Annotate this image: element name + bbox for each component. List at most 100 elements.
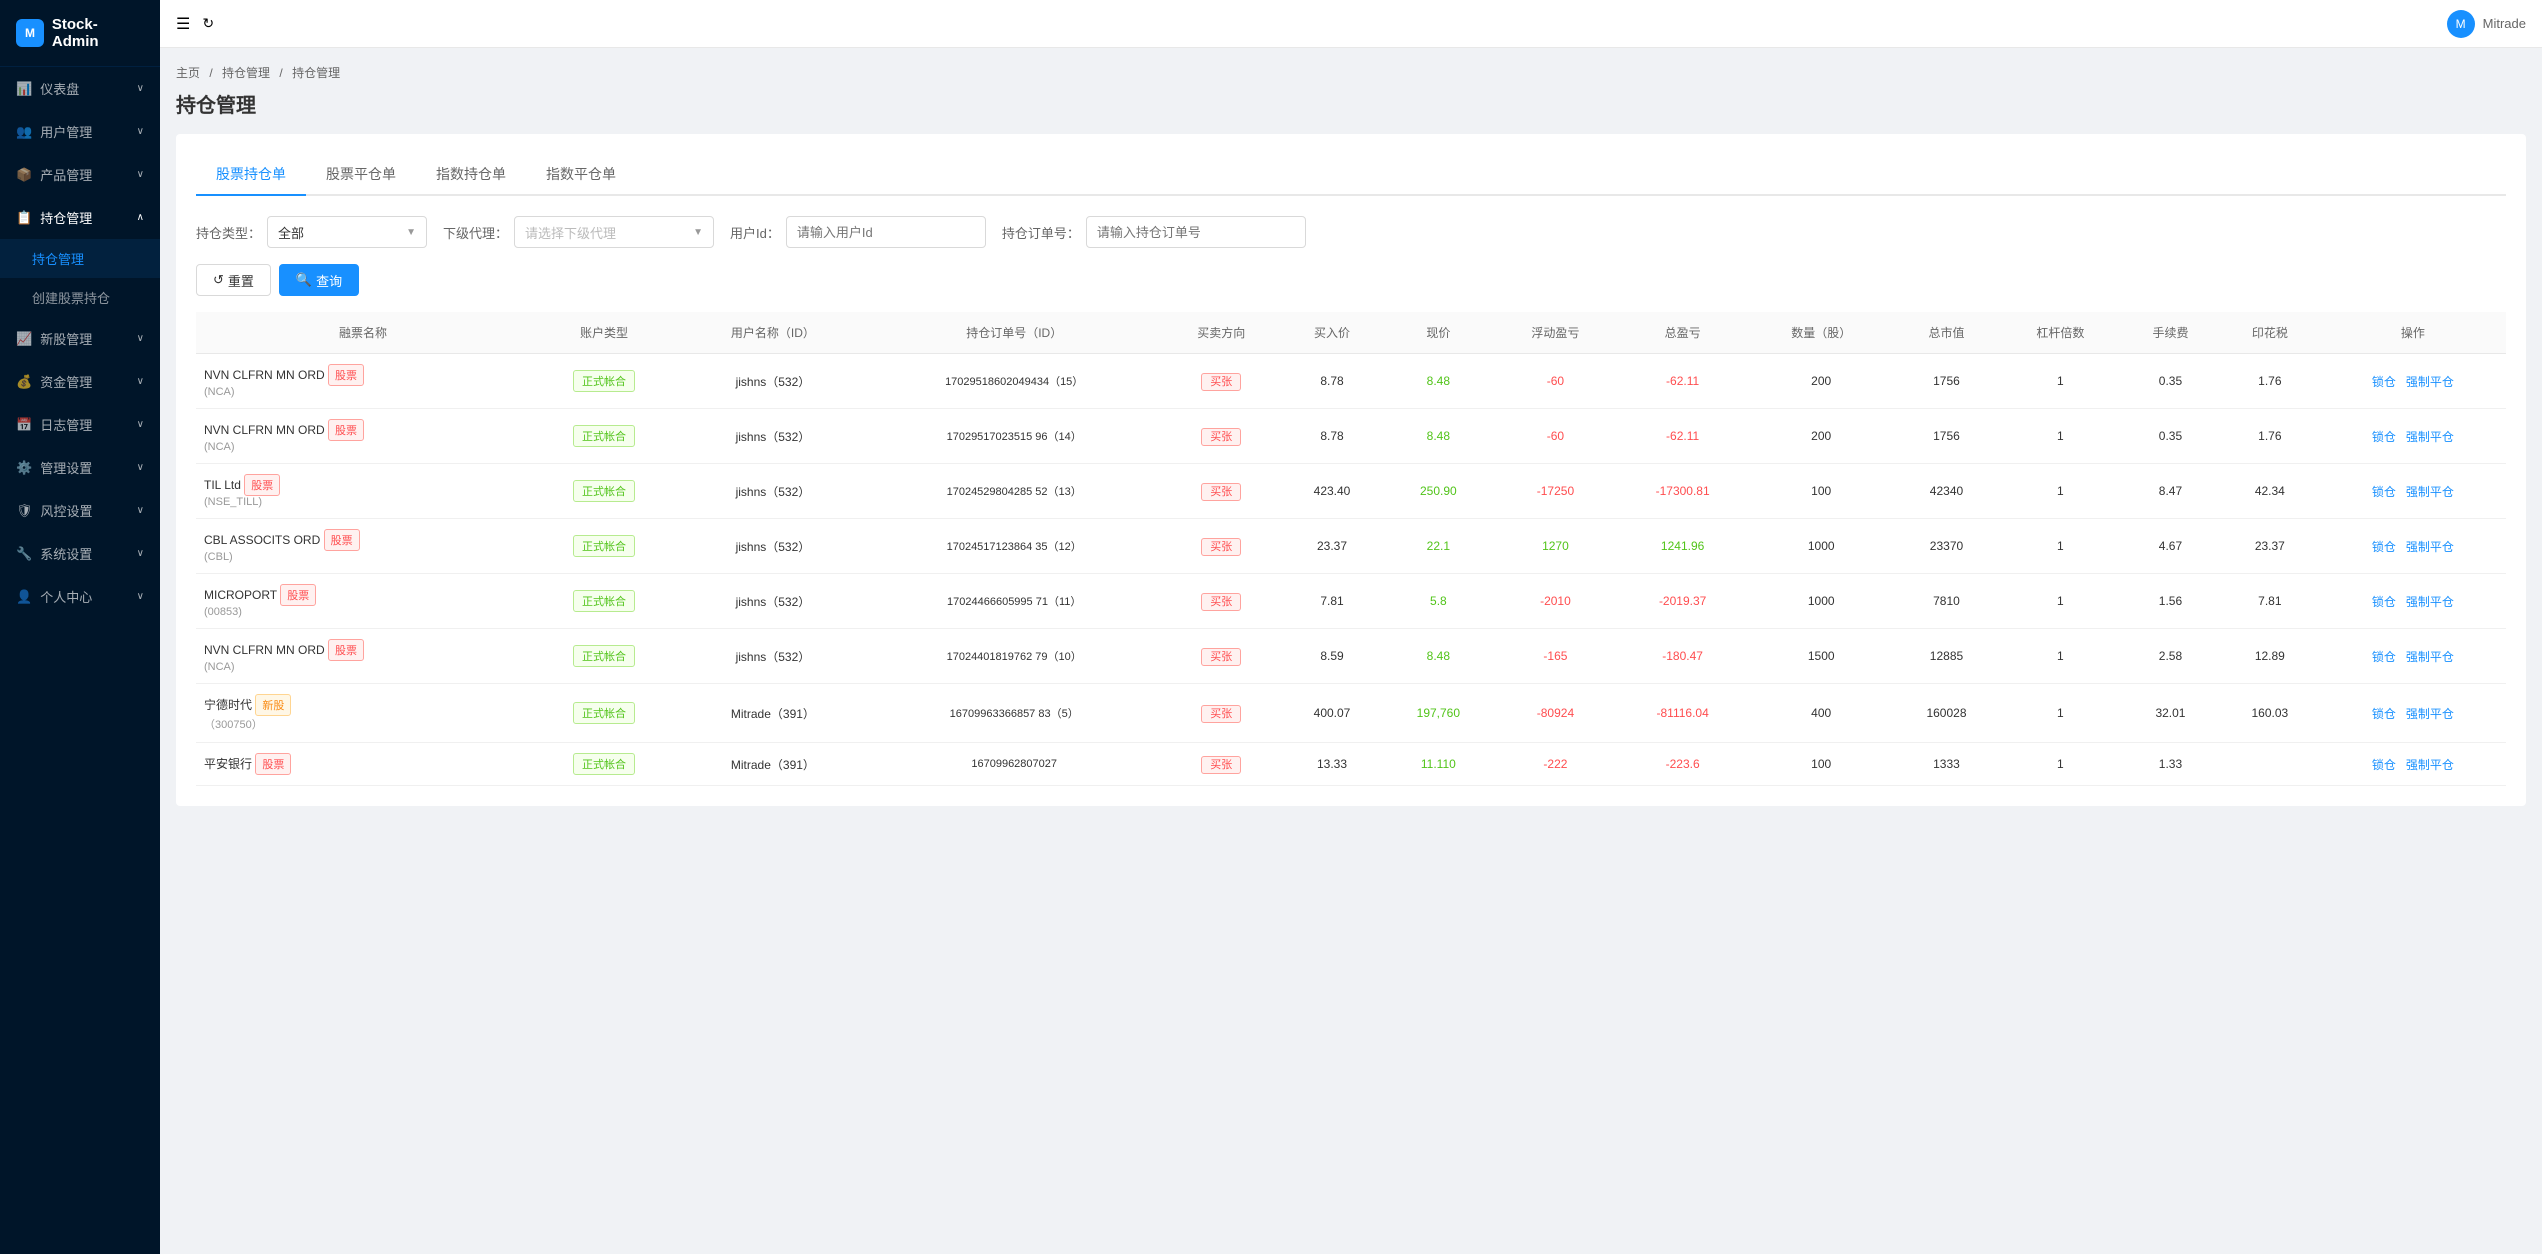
product-mgmt-icon: 📦: [16, 167, 32, 183]
top-header: ☰ ↻ M Mitrade: [160, 0, 2542, 48]
cell-buy-price-7: 13.33: [1282, 743, 1382, 786]
cell-account-type-4: 正式帐合: [530, 574, 678, 629]
cell-buy-price-1: 8.78: [1282, 409, 1382, 464]
sidebar-item-capital-mgmt[interactable]: 💰 资金管理 ∨: [0, 360, 160, 403]
search-icon: 🔍: [296, 272, 312, 288]
cell-actions-1: 锁仓 强制平仓: [2320, 409, 2506, 464]
force-close-action-7[interactable]: 强制平仓: [2406, 758, 2454, 772]
cell-total-value-6: 160028: [1893, 684, 1999, 743]
cell-stamp-4: 7.81: [2220, 574, 2320, 629]
risk-settings-icon: 🛡: [16, 503, 33, 519]
cell-stamp-0: 1.76: [2220, 354, 2320, 409]
sidebar-item-product-mgmt[interactable]: 📦 产品管理 ∨: [0, 153, 160, 196]
cell-buy-price-4: 7.81: [1282, 574, 1382, 629]
force-close-action-6[interactable]: 强制平仓: [2406, 707, 2454, 721]
sidebar-item-risk-settings[interactable]: 🛡 风控设置 ∨: [0, 489, 160, 532]
reset-icon: ↺: [213, 272, 224, 288]
force-close-action-5[interactable]: 强制平仓: [2406, 650, 2454, 664]
cell-stamp-7: [2220, 743, 2320, 786]
cell-current-price-7: 11.110: [1382, 743, 1495, 786]
refresh-icon[interactable]: ↻: [202, 15, 214, 32]
lock-action-6[interactable]: 锁仓: [2372, 707, 2396, 721]
sidebar-item-daily-mgmt[interactable]: 📅 日志管理 ∨: [0, 403, 160, 446]
lock-action-1[interactable]: 锁仓: [2372, 430, 2396, 444]
force-close-action-2[interactable]: 强制平仓: [2406, 485, 2454, 499]
lock-action-2[interactable]: 锁仓: [2372, 485, 2396, 499]
chevron-icon: ∨: [137, 169, 144, 180]
sidebar-sub-position-list[interactable]: 持仓管理: [0, 239, 160, 278]
cell-direction-7: 买张: [1161, 743, 1282, 786]
cell-commission-6: 32.01: [2121, 684, 2220, 743]
sidebar-item-position-mgmt[interactable]: 📋 持仓管理 ∧: [0, 196, 160, 239]
user-id-input[interactable]: [786, 216, 986, 248]
hold-type-label: 持仓类型：: [196, 223, 261, 242]
tabs-bar: 股票持仓单 股票平仓单 指数持仓单 指数平仓单: [196, 154, 2506, 196]
force-close-action-4[interactable]: 强制平仓: [2406, 595, 2454, 609]
cell-user-7: Mitrade（391）: [678, 743, 868, 786]
col-stamp: 印花税: [2220, 312, 2320, 354]
sidebar-label-daily-mgmt: 日志管理: [40, 415, 92, 434]
col-actions: 操作: [2320, 312, 2506, 354]
force-close-action-0[interactable]: 强制平仓: [2406, 375, 2454, 389]
sidebar-label-position-mgmt: 持仓管理: [40, 208, 92, 227]
breadcrumb-parent[interactable]: 持仓管理: [222, 66, 270, 80]
cell-order-id-7: 16709962807027: [868, 743, 1161, 786]
cell-commission-3: 4.67: [2121, 519, 2220, 574]
lock-action-7[interactable]: 锁仓: [2372, 758, 2396, 772]
hold-type-select[interactable]: 全部 ▼: [267, 216, 427, 248]
cell-stamp-2: 42.34: [2220, 464, 2320, 519]
header-left: ☰ ↻: [176, 14, 214, 34]
col-order-id: 持仓订单号（ID）: [868, 312, 1161, 354]
lock-action-0[interactable]: 锁仓: [2372, 375, 2396, 389]
cell-name-3: CBL ASSOCITS ORD 股票 (CBL): [196, 519, 530, 574]
tab-stock-hold[interactable]: 股票持仓单: [196, 154, 306, 196]
cell-actions-4: 锁仓 强制平仓: [2320, 574, 2506, 629]
cell-account-type-1: 正式帐合: [530, 409, 678, 464]
table-row: 平安银行 股票 正式帐合 Mitrade（391） 16709962807027…: [196, 743, 2506, 786]
cell-buy-price-2: 423.40: [1282, 464, 1382, 519]
cell-direction-6: 买张: [1161, 684, 1282, 743]
sub-agent-select[interactable]: 请选择下级代理 ▼: [514, 216, 714, 248]
reset-button[interactable]: ↺ 重置: [196, 264, 271, 296]
cell-leverage-5: 1: [2000, 629, 2121, 684]
force-close-action-3[interactable]: 强制平仓: [2406, 540, 2454, 554]
tab-stock-close[interactable]: 股票平仓单: [306, 154, 416, 196]
lock-action-5[interactable]: 锁仓: [2372, 650, 2396, 664]
sidebar-item-system-settings[interactable]: ⚙️ 管理设置 ∨: [0, 446, 160, 489]
sidebar-item-personal[interactable]: 👤 个人中心 ∨: [0, 575, 160, 618]
sidebar-item-user-mgmt[interactable]: 👥 用户管理 ∨: [0, 110, 160, 153]
tab-index-hold[interactable]: 指数持仓单: [416, 154, 526, 196]
cell-current-price-4: 5.8: [1382, 574, 1495, 629]
filter-user-id: 用户Id：: [730, 216, 986, 248]
sidebar-label-product-mgmt: 产品管理: [40, 165, 92, 184]
app-name: Stock-Admin: [52, 16, 144, 50]
logo-icon: M: [16, 19, 44, 47]
sidebar-sub-create-position-label: 创建股票持仓: [32, 291, 110, 306]
lock-action-4[interactable]: 锁仓: [2372, 595, 2396, 609]
chevron-icon: ∨: [137, 126, 144, 137]
cell-buy-price-3: 23.37: [1282, 519, 1382, 574]
table-header-row: 融票名称 账户类型 用户名称（ID） 持仓订单号（ID） 买卖方向 买入价 现价…: [196, 312, 2506, 354]
menu-toggle-icon[interactable]: ☰: [176, 14, 190, 34]
cell-total-value-5: 12885: [1893, 629, 1999, 684]
user-name: Mitrade: [2483, 16, 2526, 31]
cell-current-price-5: 8.48: [1382, 629, 1495, 684]
order-no-input[interactable]: [1086, 216, 1306, 248]
cell-user-6: Mitrade（391）: [678, 684, 868, 743]
sidebar-item-sys-settings2[interactable]: 🔧 系统设置 ∨: [0, 532, 160, 575]
lock-action-3[interactable]: 锁仓: [2372, 540, 2396, 554]
tab-index-close[interactable]: 指数平仓单: [526, 154, 636, 196]
chevron-up-icon: ∧: [137, 212, 144, 223]
chevron-icon: ∨: [137, 591, 144, 602]
cell-order-id-3: 17024517123864 35（12）: [868, 519, 1161, 574]
sidebar-item-dashboard[interactable]: 📊 仪表盘 ∨: [0, 67, 160, 110]
search-button[interactable]: 🔍 查询: [279, 264, 359, 296]
cell-name-6: 宁德时代 新股 （300750）: [196, 684, 530, 743]
breadcrumb-home[interactable]: 主页: [176, 66, 200, 80]
cell-account-type-7: 正式帐合: [530, 743, 678, 786]
cell-actions-0: 锁仓 强制平仓: [2320, 354, 2506, 409]
force-close-action-1[interactable]: 强制平仓: [2406, 430, 2454, 444]
sidebar-sub-create-position[interactable]: 创建股票持仓: [0, 278, 160, 317]
sidebar-item-new-stock[interactable]: 📈 新股管理 ∨: [0, 317, 160, 360]
cell-qty-3: 1000: [1749, 519, 1893, 574]
